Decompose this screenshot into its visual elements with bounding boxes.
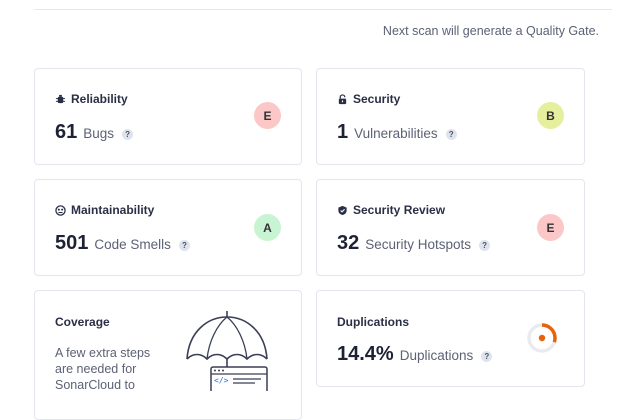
- reliability-header: Reliability: [55, 92, 128, 106]
- security-rating-badge[interactable]: B: [537, 102, 564, 129]
- duplications-title: Duplications: [337, 315, 410, 329]
- maintainability-rating-badge[interactable]: A: [254, 214, 281, 241]
- top-divider: [34, 9, 612, 10]
- duplication-donut-icon: [527, 323, 557, 353]
- code-smells-label: Code Smells: [94, 237, 171, 252]
- security-title: Security: [353, 92, 401, 106]
- scan-note: Next scan will generate a Quality Gate.: [382, 24, 599, 38]
- duplications-metric: 14.4% Duplications ?: [337, 343, 493, 366]
- lock-icon: [338, 93, 347, 104]
- security-card[interactable]: Security 1 Vulnerabilities ? B: [316, 68, 585, 165]
- security-review-metric: 32 Security Hotspots ?: [337, 232, 491, 255]
- security-review-card[interactable]: Security Review 32 Security Hotspots ? E: [316, 179, 585, 276]
- svg-text:</>: </>: [214, 376, 229, 385]
- reliability-title: Reliability: [71, 92, 128, 106]
- reliability-card[interactable]: Reliability 61 Bugs ? E: [34, 68, 302, 165]
- reliability-metric: 61 Bugs ?: [55, 121, 134, 144]
- security-review-title: Security Review: [353, 203, 446, 217]
- shield-icon: [338, 205, 347, 215]
- reliability-rating-badge[interactable]: E: [254, 102, 281, 129]
- security-metric: 1 Vulnerabilities ?: [337, 121, 457, 144]
- duplications-percent[interactable]: 14.4%: [337, 343, 394, 366]
- duplications-header: Duplications: [337, 315, 409, 329]
- coverage-header: Coverage: [55, 315, 110, 329]
- coverage-title: Coverage: [55, 315, 110, 329]
- maintainability-title: Maintainability: [71, 203, 155, 217]
- hotspots-label: Security Hotspots: [365, 237, 472, 252]
- vulnerabilities-help-icon[interactable]: ?: [445, 129, 457, 140]
- code-smells-count[interactable]: 501: [55, 232, 88, 255]
- bug-icon: [55, 94, 66, 103]
- duplications-card[interactable]: Duplications 14.4% Duplications ?: [316, 290, 585, 387]
- maintainability-card[interactable]: Maintainability 501 Code Smells ? A: [34, 179, 302, 276]
- maintainability-header: Maintainability: [55, 203, 154, 217]
- security-review-rating-badge[interactable]: E: [537, 214, 564, 241]
- maintainability-metric: 501 Code Smells ?: [55, 232, 190, 255]
- coverage-card[interactable]: Coverage A few extra steps are needed fo…: [34, 290, 302, 420]
- code-smells-help-icon[interactable]: ?: [178, 240, 190, 251]
- security-header: Security: [337, 92, 400, 106]
- vulnerabilities-label: Vulnerabilities: [354, 126, 438, 141]
- maintainability-icon: [55, 204, 66, 216]
- hotspots-help-icon[interactable]: ?: [479, 240, 491, 251]
- hotspots-count[interactable]: 32: [337, 232, 359, 255]
- bugs-count[interactable]: 61: [55, 121, 77, 144]
- security-review-header: Security Review: [337, 203, 445, 217]
- duplications-help-icon[interactable]: ?: [481, 351, 493, 362]
- vulnerabilities-count[interactable]: 1: [337, 121, 348, 144]
- coverage-description: A few extra steps are needed for SonarCl…: [55, 346, 151, 392]
- duplications-label: Duplications: [399, 348, 474, 363]
- bugs-help-icon[interactable]: ?: [122, 129, 134, 140]
- umbrella-icon: </>: [186, 311, 268, 391]
- bugs-label: Bugs: [83, 126, 115, 141]
